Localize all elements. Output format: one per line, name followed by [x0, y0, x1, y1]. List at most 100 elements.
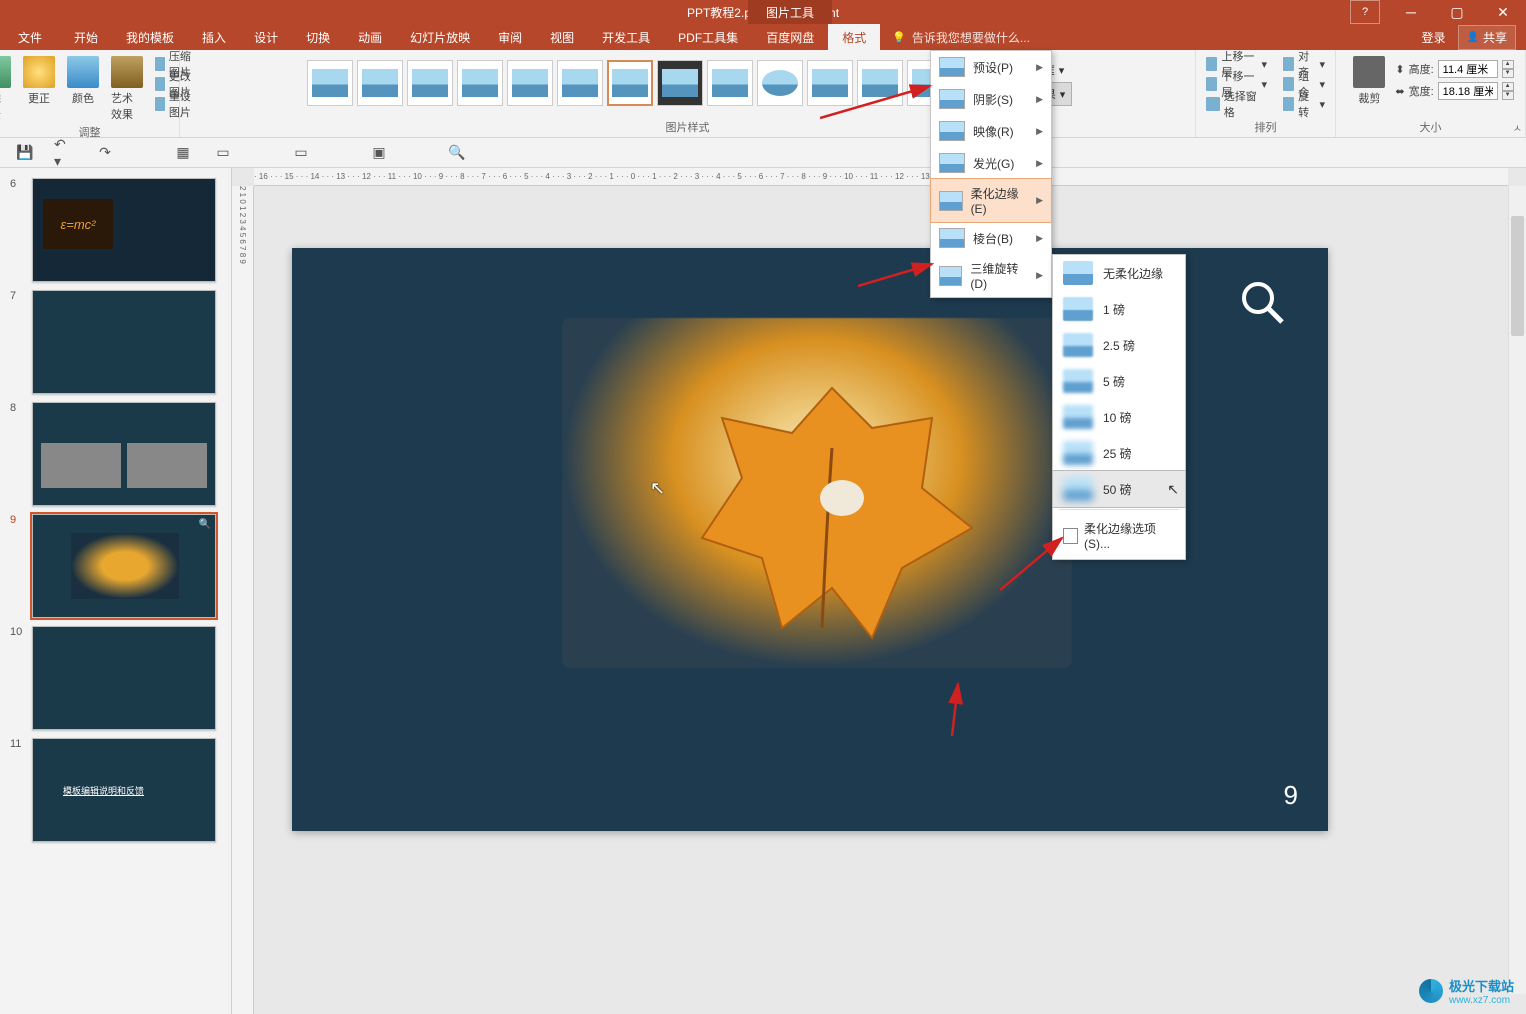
- style-thumb[interactable]: [807, 60, 853, 106]
- width-label: 宽度:: [1409, 83, 1434, 99]
- rotate-button[interactable]: 旋转 ▾: [1279, 94, 1329, 114]
- magnify-icon[interactable]: 🔍: [199, 519, 211, 530]
- tab-animation[interactable]: 动画: [344, 24, 396, 50]
- tab-format[interactable]: 格式: [828, 24, 880, 50]
- tell-me-input[interactable]: 告诉我您想要做什么...: [892, 29, 1030, 46]
- effect-shadow[interactable]: 阴影(S)▶: [931, 83, 1051, 115]
- soft-edges-submenu: 无柔化边缘 1 磅 2.5 磅 5 磅 10 磅 25 磅 50 磅 ↖ 柔化边…: [1052, 254, 1186, 560]
- style-thumb[interactable]: [407, 60, 453, 106]
- soft-edge-options[interactable]: 柔化边缘选项(S)...: [1053, 512, 1185, 559]
- tab-home[interactable]: 开始: [60, 24, 112, 50]
- tab-transition[interactable]: 切换: [292, 24, 344, 50]
- style-thumb[interactable]: [657, 60, 703, 106]
- tab-insert[interactable]: 插入: [188, 24, 240, 50]
- watermark-url: www.xz7.com: [1449, 995, 1514, 1006]
- style-thumb[interactable]: [757, 60, 803, 106]
- layout-icon[interactable]: ▭: [212, 142, 234, 164]
- share-button[interactable]: 共享: [1458, 25, 1516, 50]
- style-thumb[interactable]: [307, 60, 353, 106]
- slide-thumb-7[interactable]: [32, 290, 216, 394]
- slide-thumb-10[interactable]: [32, 626, 216, 730]
- tab-slideshow[interactable]: 幻灯片放映: [396, 24, 484, 50]
- soft-edge-25pt[interactable]: 25 磅: [1053, 435, 1185, 471]
- style-thumb[interactable]: [507, 60, 553, 106]
- vertical-scrollbar[interactable]: [1508, 186, 1526, 994]
- slide-page-number: 9: [1284, 780, 1298, 811]
- soft-edge-2.5pt[interactable]: 2.5 磅: [1053, 327, 1185, 363]
- width-icon: ⬌: [1395, 85, 1404, 98]
- style-thumb[interactable]: [557, 60, 603, 106]
- picture-tools-tab[interactable]: 图片工具: [748, 0, 832, 24]
- height-spinner[interactable]: ▲▼: [1502, 60, 1514, 78]
- slide-thumb-9-selected[interactable]: 🔍: [32, 514, 216, 618]
- slide-thumbnail-panel[interactable]: 6 ε=mc² 7 8 9 🔍 10 11 模板编辑说明和反馈: [0, 168, 232, 1014]
- soft-edge-10pt[interactable]: 10 磅: [1053, 399, 1185, 435]
- artistic-effects-button[interactable]: 艺术效果: [107, 54, 147, 124]
- color-button[interactable]: 颜色: [63, 54, 103, 108]
- height-input[interactable]: [1438, 60, 1498, 78]
- save-icon[interactable]: 💾: [14, 142, 36, 164]
- tab-developer[interactable]: 开发工具: [588, 24, 664, 50]
- present-icon[interactable]: ▣: [368, 142, 390, 164]
- crop-button[interactable]: 裁剪: [1347, 54, 1391, 108]
- tab-pdf-tools[interactable]: PDF工具集: [664, 24, 752, 50]
- soft-edge-none[interactable]: 无柔化边缘: [1053, 255, 1185, 291]
- style-thumb[interactable]: [357, 60, 403, 106]
- watermark: 极光下载站 www.xz7.com: [1419, 976, 1514, 1006]
- tab-view[interactable]: 视图: [536, 24, 588, 50]
- soft-edge-1pt[interactable]: 1 磅: [1053, 291, 1185, 327]
- effect-soft-edges[interactable]: 柔化边缘(E)▶: [930, 178, 1052, 223]
- width-input[interactable]: [1438, 82, 1498, 100]
- login-button[interactable]: 登录: [1414, 25, 1454, 50]
- restore-button[interactable]: ▢: [1434, 0, 1480, 24]
- height-icon: ⬍: [1395, 63, 1404, 76]
- leaf-shape-overlay: [672, 368, 992, 648]
- redo-icon[interactable]: ↷: [94, 142, 116, 164]
- new-slide-icon[interactable]: ▦: [172, 142, 194, 164]
- vertical-ruler: 2 1 0 1 2 3 4 5 6 7 8 9: [232, 186, 254, 1014]
- slide-thumb-8[interactable]: [32, 402, 216, 506]
- adjust-group-label: 调整: [79, 124, 101, 140]
- picture-styles-gallery[interactable]: [303, 54, 957, 112]
- tab-file[interactable]: 文件: [0, 24, 60, 50]
- find-icon[interactable]: 🔍: [446, 142, 468, 164]
- title-bar: PPT教程2.pptx - PowerPoint 图片工具 ? ─ ▢ ✕: [0, 0, 1526, 24]
- ribbon: 删除背景 更正 颜色 艺术效果 压缩图片 更改图片 重设图片 调整: [0, 50, 1526, 138]
- tab-baidu[interactable]: 百度网盘: [752, 24, 828, 50]
- effect-reflection[interactable]: 映像(R)▶: [931, 115, 1051, 147]
- soft-edge-5pt[interactable]: 5 磅: [1053, 363, 1185, 399]
- section-icon[interactable]: ▭: [290, 142, 312, 164]
- cursor-icon: ↖: [1167, 481, 1179, 498]
- slide-thumb-11[interactable]: 模板编辑说明和反馈: [32, 738, 216, 842]
- corrections-button[interactable]: 更正: [19, 54, 59, 108]
- effect-glow[interactable]: 发光(G)▶: [931, 147, 1051, 179]
- style-thumb[interactable]: [707, 60, 753, 106]
- menu-bar: 文件 开始 我的模板 插入 设计 切换 动画 幻灯片放映 审阅 视图 开发工具 …: [0, 24, 1526, 50]
- picture-effects-menu: 预设(P)▶ 阴影(S)▶ 映像(R)▶ 发光(G)▶ 柔化边缘(E)▶ 棱台(…: [930, 50, 1052, 298]
- style-thumb-selected[interactable]: [607, 60, 653, 106]
- soft-edge-50pt[interactable]: 50 磅 ↖: [1052, 470, 1186, 508]
- close-button[interactable]: ✕: [1480, 0, 1526, 24]
- style-thumb[interactable]: [457, 60, 503, 106]
- tab-review[interactable]: 审阅: [484, 24, 536, 50]
- style-thumb[interactable]: [857, 60, 903, 106]
- slide-thumb-6[interactable]: ε=mc²: [32, 178, 216, 282]
- tab-mytemplates[interactable]: 我的模板: [112, 24, 188, 50]
- selection-pane-button[interactable]: 选择窗格: [1202, 94, 1271, 114]
- horizontal-ruler: · 16 · · · 15 · · · 14 · · · 13 · · · 12…: [254, 168, 1508, 186]
- remove-background-button[interactable]: 删除背景: [0, 54, 15, 124]
- minimize-button[interactable]: ─: [1388, 0, 1434, 24]
- arrange-group-label: 排列: [1255, 119, 1277, 135]
- tab-design[interactable]: 设计: [240, 24, 292, 50]
- undo-icon[interactable]: ↶ ▾: [54, 142, 76, 164]
- help-icon[interactable]: ?: [1350, 0, 1380, 24]
- effect-3d-rotation[interactable]: 三维旋转(D)▶: [931, 254, 1051, 297]
- picture-styles-group-label: 图片样式: [666, 119, 710, 135]
- magnify-icon: [1238, 278, 1288, 328]
- quick-access-toolbar: 💾 ↶ ▾ ↷ ▦ ▭ ▭ ▣ 🔍: [0, 138, 1526, 168]
- width-spinner[interactable]: ▲▼: [1502, 82, 1514, 100]
- watermark-name: 极光下载站: [1449, 979, 1514, 994]
- collapse-ribbon-icon[interactable]: ㅅ: [1513, 120, 1522, 135]
- effect-bevel[interactable]: 棱台(B)▶: [931, 222, 1051, 254]
- effect-preset[interactable]: 预设(P)▶: [931, 51, 1051, 83]
